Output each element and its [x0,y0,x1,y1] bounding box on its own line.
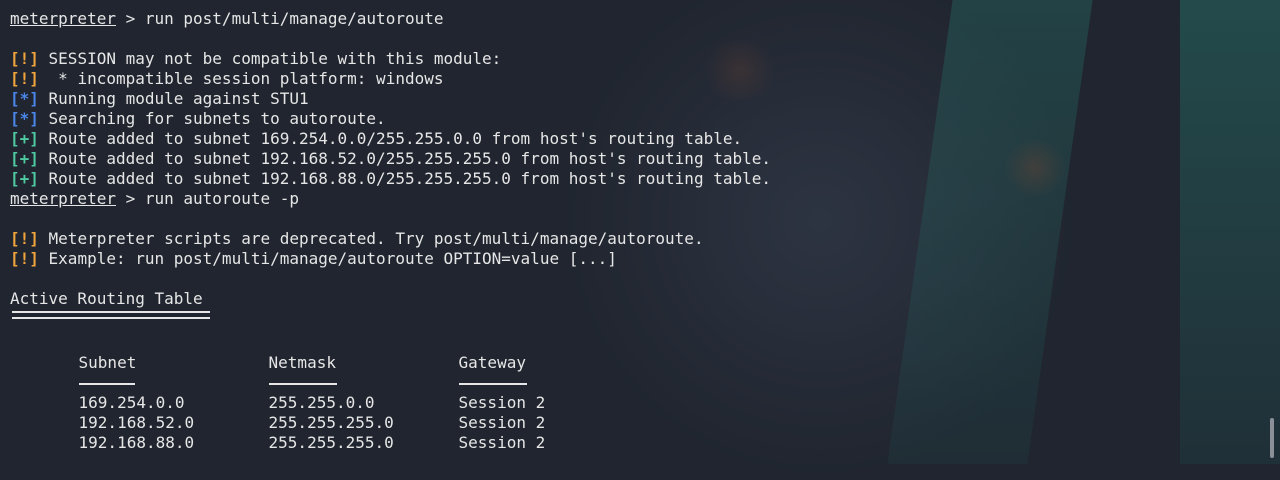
output-line: [!] SESSION may not be compatible with t… [10,49,1262,69]
output-text: Route added to subnet 192.168.88.0/255.2… [38,169,771,188]
header-netmask: Netmask [268,353,336,372]
output-text: Route added to subnet 192.168.52.0/255.2… [38,149,771,168]
output-line: [+] Route added to subnet 169.254.0.0/25… [10,129,1262,149]
header-subnet: Subnet [78,353,137,372]
header-rule [78,382,135,385]
cell-netmask: 255.255.255.0 [268,433,394,452]
output-text: Searching for subnets to autoroute. [38,109,386,128]
success-tag: [+] [10,149,39,168]
success-tag: [+] [10,169,39,188]
output-line: [!] * incompatible session platform: win… [10,69,1262,89]
cell-subnet: 192.168.88.0 [78,433,195,452]
cell-subnet: 169.254.0.0 [78,393,185,412]
routing-table-title: Active Routing Table [10,289,203,308]
cell-subnet: 192.168.52.0 [78,413,195,432]
output-line: [!] Meterpreter scripts are deprecated. … [10,229,1262,249]
output-text: * incompatible session platform: windows [38,69,444,88]
output-line: [+] Route added to subnet 192.168.88.0/2… [10,169,1262,189]
output-line: [*] Searching for subnets to autoroute. [10,109,1262,129]
table-header-row: Subnet Netmask Gateway [10,333,1262,372]
output-line: [!] Example: run post/multi/manage/autor… [10,249,1262,269]
command-text: > run autoroute -p [115,189,299,208]
header-rule [268,382,337,385]
output-text: Meterpreter scripts are deprecated. Try … [38,229,704,248]
command-line: meterpreter > run autoroute -p [10,189,1262,209]
output-line: [+] Route added to subnet 192.168.52.0/2… [10,149,1262,169]
cell-gateway: Session 2 [458,433,546,452]
warning-tag: [!] [10,249,39,268]
prompt-label: meterpreter [10,189,116,208]
warning-tag: [!] [10,49,39,68]
output-line: [*] Running module against STU1 [10,89,1262,109]
output-text: Route added to subnet 169.254.0.0/255.25… [38,129,743,148]
info-tag: [*] [10,89,39,108]
success-tag: [+] [10,129,39,148]
terminal-output[interactable]: meterpreter > run post/multi/manage/auto… [0,0,1262,464]
vertical-scrollbar[interactable] [1270,418,1274,458]
title-underline [12,311,210,319]
warning-tag: [!] [10,69,39,88]
output-text: Running module against STU1 [38,89,309,108]
header-rule [458,382,527,385]
warning-tag: [!] [10,229,39,248]
cell-netmask: 255.255.255.0 [268,413,394,432]
prompt-label: meterpreter [10,9,116,28]
cell-gateway: Session 2 [458,413,546,432]
command-line: meterpreter > run post/multi/manage/auto… [10,9,1262,29]
output-text: SESSION may not be compatible with this … [38,49,502,68]
info-tag: [*] [10,109,39,128]
cell-gateway: Session 2 [458,393,546,412]
header-gateway: Gateway [458,353,526,372]
command-text: > run post/multi/manage/autoroute [115,9,444,28]
output-text: Example: run post/multi/manage/autoroute… [38,249,617,268]
cell-netmask: 255.255.0.0 [268,393,375,412]
